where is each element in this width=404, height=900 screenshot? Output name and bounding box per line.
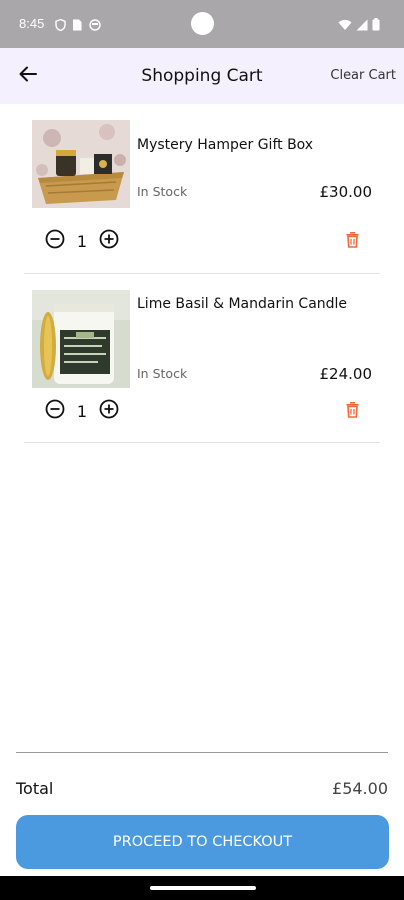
cart-item: Lime Basil & Mandarin Candle In Stock £2… — [24, 274, 380, 443]
app-bar: Shopping Cart Clear Cart — [0, 48, 404, 104]
increase-quantity-button[interactable] — [98, 399, 120, 423]
total-value: £54.00 — [332, 779, 388, 798]
status-bar: 8:45 — [0, 0, 404, 48]
plus-circle-icon — [99, 399, 119, 423]
sim-card-icon — [72, 16, 83, 31]
total-divider — [16, 752, 388, 753]
shield-icon — [55, 16, 66, 32]
clear-cart-button[interactable]: Clear Cart — [330, 68, 396, 83]
home-handle[interactable] — [150, 886, 256, 890]
status-icons-left — [55, 16, 101, 32]
minus-circle-icon — [45, 399, 65, 423]
trash-icon — [346, 232, 359, 252]
trash-icon — [346, 402, 359, 422]
item-price: £30.00 — [319, 183, 373, 201]
product-image-candle[interactable] — [32, 290, 130, 388]
status-time: 8:45 — [19, 16, 45, 31]
camera-cutout — [191, 12, 214, 35]
wifi-icon — [338, 16, 352, 35]
minus-circle-icon — [45, 229, 65, 253]
cart-item: Mystery Hamper Gift Box In Stock £30.00 … — [24, 104, 380, 274]
gesture-nav-bar — [0, 876, 404, 900]
item-name[interactable]: Mystery Hamper Gift Box — [137, 133, 377, 157]
stock-status: In Stock — [137, 366, 188, 381]
battery-icon — [372, 16, 380, 35]
item-name[interactable]: Lime Basil & Mandarin Candle — [137, 292, 377, 316]
face-icon — [89, 16, 101, 31]
quantity-value: 1 — [76, 231, 88, 251]
delete-item-button[interactable] — [344, 402, 360, 422]
decrease-quantity-button[interactable] — [44, 399, 66, 423]
increase-quantity-button[interactable] — [98, 229, 120, 253]
signal-icon — [356, 16, 368, 35]
quantity-stepper: 1 — [44, 229, 120, 253]
item-price: £24.00 — [319, 365, 373, 383]
quantity-value: 1 — [76, 401, 88, 421]
plus-circle-icon — [99, 229, 119, 253]
checkout-button[interactable]: PROCEED TO CHECKOUT — [16, 815, 389, 869]
quantity-stepper: 1 — [44, 399, 120, 423]
decrease-quantity-button[interactable] — [44, 229, 66, 253]
stock-status: In Stock — [137, 184, 188, 199]
total-label: Total — [16, 779, 54, 798]
status-icons-right — [338, 16, 380, 35]
product-image-hamper[interactable] — [32, 120, 130, 218]
delete-item-button[interactable] — [344, 232, 360, 252]
